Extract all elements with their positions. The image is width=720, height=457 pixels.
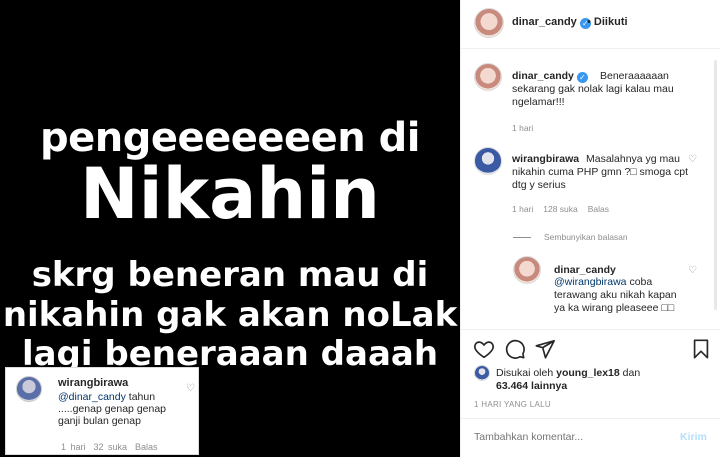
comment-username[interactable]: wirangbirawa [58,377,128,389]
comment-input[interactable] [474,431,664,443]
comment-text: Masalahnya yg mau nikahin cuma PHP gmn ?… [512,153,688,191]
post-header: dinar_candy ✓ • Diikuti [461,0,720,49]
like-heart-icon[interactable] [473,338,495,360]
hide-replies-button[interactable]: Sembunyikan balasan [544,232,628,242]
comment-meta: 1 hari 32 suka Balas [61,442,166,452]
separator-dot: • [587,16,591,28]
follow-status-label[interactable]: Diikuti [594,16,628,28]
comment-username[interactable]: dinar_candy [554,264,616,276]
comment-time: 1 hari [61,442,86,452]
post-side-panel: dinar_candy ✓ • Diikuti dinar_candy ✓ Bene… [460,0,720,457]
comment-text: Beneraaaaaan sekarang gak nolak lagi kal… [512,70,674,108]
follow-status[interactable]: • Diikuti [587,16,628,28]
post-text-line-4: nikahin gak akan noLak [2,295,458,335]
post-image[interactable]: pengeeeeeeen di Nikahin skrg beneran mau… [0,0,460,457]
post-time: 1 HARI YANG LALU [474,400,551,409]
comment-text: @dinar_candy tahun .....genap genap gena… [58,391,188,427]
comment-icon[interactable] [504,338,526,360]
avatar[interactable] [474,147,502,175]
reply-button[interactable]: Balas [588,204,609,214]
liked-by-label: Disukai oleh [496,367,554,379]
comment-time: 1 hari [512,123,534,133]
username-text[interactable]: dinar_candy [512,16,577,28]
likes-summary: Disukai oleh young_lex18 dan 63.464 lain… [496,367,706,393]
mention-link[interactable]: @wirangbirawa [554,276,627,288]
comment-likes[interactable]: 128 suka [543,204,578,214]
comment-likes[interactable]: 32 suka [94,442,128,452]
heart-icon[interactable]: ♡ [688,154,697,165]
liked-by-and: dan [622,367,641,379]
comment-meta: 1 hari 128 suka Balas [512,204,619,214]
post-text-line-2: Nikahin [79,153,381,235]
post-text-line-3: skrg beneran mau di [31,255,429,295]
avatar[interactable] [474,8,504,38]
post-comment-button[interactable]: Kirim [680,431,707,443]
reply-button[interactable]: Balas [135,442,158,452]
avatar[interactable] [474,365,490,381]
scrollbar[interactable] [714,60,717,310]
comment-time: 1 hari [512,204,534,214]
inset-comment-card: wirangbirawa ♡ @dinar_candy tahun .....g… [5,367,199,455]
likes-count[interactable]: 63.464 lainnya [496,380,567,392]
comment-text: @wirangbirawa coba terawang aku nikah ka… [554,276,684,315]
post-actions: Disukai oleh young_lex18 dan 63.464 lain… [461,329,720,409]
avatar[interactable] [16,376,42,402]
header-username[interactable]: dinar_candy ✓ [512,16,591,29]
share-icon[interactable] [534,338,556,360]
comment-meta: 1 hari [512,123,543,133]
heart-icon[interactable]: ♡ [688,265,697,276]
avatar[interactable] [513,256,541,284]
add-comment-bar: Kirim [461,418,720,457]
divider-line [513,237,531,238]
avatar[interactable] [474,63,502,91]
liked-by-user[interactable]: young_lex18 [556,367,620,379]
bookmark-icon[interactable] [690,338,712,360]
mention-link[interactable]: @dinar_candy [58,391,126,403]
